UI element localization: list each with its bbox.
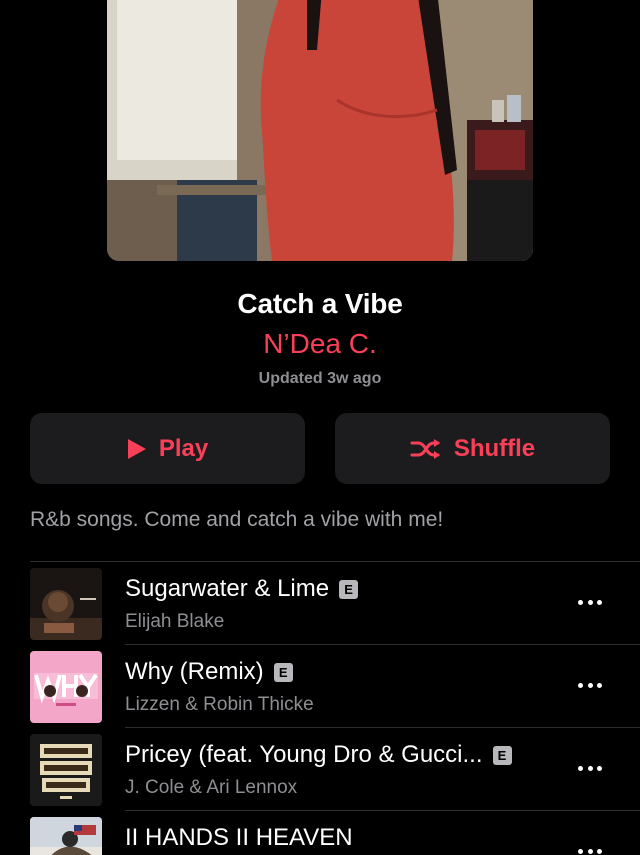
more-icon-dot [578, 599, 583, 605]
track-artwork [30, 568, 102, 640]
more-icon-dot [587, 848, 593, 854]
playlist-title: Catch a Vibe [237, 288, 403, 319]
track-list: Sugarwater & Lime E Elijah Blake Why (Re… [0, 562, 640, 855]
more-icon-dot [587, 599, 593, 605]
shuffle-icon [410, 438, 442, 460]
track-row[interactable]: Pricey (feat. Young Dro & Gucci... E J. … [0, 728, 640, 811]
playlist-cover-art [107, 0, 533, 261]
artwork-why-remix [30, 651, 102, 723]
artwork-ii-hands-ii-heaven [30, 817, 102, 855]
more-icon-dot [597, 848, 602, 854]
more-icon-dot [597, 765, 602, 771]
more-icon-dot [578, 848, 583, 854]
more-options-button[interactable] [578, 592, 602, 612]
track-title: Pricey (feat. Young Dro & Gucci... [125, 741, 483, 768]
more-options-button[interactable] [578, 841, 602, 855]
cover-photo [107, 0, 533, 261]
track-title: Sugarwater & Lime [125, 575, 330, 602]
playlist-page: Catch a Vibe N’Dea C. Updated 3w ago Pla… [0, 0, 640, 855]
track-artwork [30, 651, 102, 723]
shuffle-button-label: Shuffle [453, 434, 536, 462]
track-title: Why (Remix) [125, 658, 264, 685]
playlist-curator-link[interactable]: N’Dea C. [0, 328, 640, 360]
more-icon-dot [597, 682, 602, 688]
play-icon [127, 438, 147, 460]
more-options-button[interactable] [578, 758, 602, 778]
track-artist: J. Cole & Ari Lennox [125, 777, 298, 798]
playlist-description: R&b songs. Come and catch a vibe with me… [30, 508, 444, 531]
more-icon-dot [597, 599, 602, 605]
more-icon-dot [587, 765, 593, 771]
playlist-updated-label: Updated 3w ago [258, 370, 382, 387]
more-icon-dot [578, 765, 583, 771]
track-artwork [30, 734, 102, 806]
shuffle-button[interactable]: Shuffle [335, 413, 610, 484]
track-title: II HANDS II HEAVEN [125, 824, 353, 851]
explicit-badge: E [339, 579, 359, 599]
track-row[interactable]: Why (Remix) E Lizzen & Robin Thicke [0, 645, 640, 728]
explicit-badge: E [492, 745, 512, 765]
more-icon-dot [587, 682, 593, 688]
play-button-label: Play [158, 434, 209, 462]
play-button[interactable]: Play [30, 413, 305, 484]
track-row[interactable]: Sugarwater & Lime E Elijah Blake [0, 562, 640, 645]
artwork-sugarwater [30, 568, 102, 640]
artwork-pricey [30, 734, 102, 806]
track-artist: Lizzen & Robin Thicke [125, 694, 314, 715]
track-row[interactable]: II HANDS II HEAVEN [0, 811, 640, 855]
more-options-button[interactable] [578, 675, 602, 695]
track-artwork [30, 817, 102, 855]
explicit-badge: E [273, 662, 293, 682]
track-artist: Elijah Blake [125, 611, 225, 632]
more-icon-dot [578, 682, 583, 688]
